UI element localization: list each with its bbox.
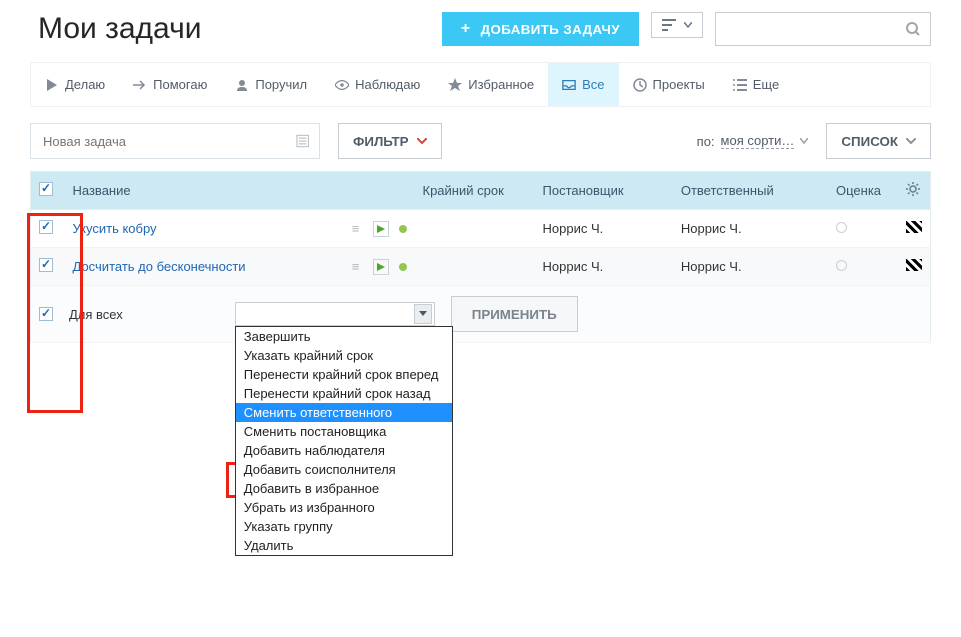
task-grid: Название Крайний срок Постановщик Ответс… xyxy=(30,171,931,343)
start-task-icon[interactable] xyxy=(373,259,389,275)
cell-responsible: Норрис Ч. xyxy=(673,210,828,248)
add-task-label: ДОБАВИТЬ ЗАДАЧУ xyxy=(481,22,620,37)
sort-prefix: по: xyxy=(697,134,715,149)
eye-icon xyxy=(335,78,349,92)
tab-watching[interactable]: Наблюдаю xyxy=(321,63,434,106)
tab-label: Делаю xyxy=(65,77,105,92)
filter-label: ФИЛЬТР xyxy=(353,134,409,149)
cell-deadline xyxy=(415,248,535,286)
batch-option[interactable]: Убрать из избранного xyxy=(236,498,452,517)
drag-handle-icon[interactable]: ≡ xyxy=(349,222,363,236)
expand-task-icon[interactable] xyxy=(296,134,309,148)
search-icon xyxy=(906,22,920,36)
gear-icon[interactable] xyxy=(906,184,920,199)
col-title[interactable]: Название xyxy=(65,172,415,210)
view-label: СПИСОК xyxy=(841,134,898,149)
batch-option[interactable]: Указать группу xyxy=(236,517,452,536)
view-mode-button[interactable]: СПИСОК xyxy=(826,123,931,159)
col-creator[interactable]: Постановщик xyxy=(535,172,673,210)
chevron-down-icon xyxy=(684,22,692,28)
col-deadline[interactable]: Крайний срок xyxy=(415,172,535,210)
batch-option[interactable]: Указать крайний срок xyxy=(236,346,452,365)
batch-action-menu: ЗавершитьУказать крайний срокПеренести к… xyxy=(235,326,453,556)
tab-assigned[interactable]: Поручил xyxy=(221,63,321,106)
filter-button[interactable]: ФИЛЬТР xyxy=(338,123,442,159)
status-dot-active-icon xyxy=(399,263,407,271)
tab-label: Еще xyxy=(753,77,779,92)
batch-option[interactable]: Добавить наблюдателя xyxy=(236,441,452,460)
estimate-none-icon[interactable] xyxy=(836,222,847,233)
cell-creator: Норрис Ч. xyxy=(535,248,673,286)
task-title-link[interactable]: Укусить кобру xyxy=(73,221,157,236)
cell-creator: Норрис Ч. xyxy=(535,210,673,248)
tab-label: Избранное xyxy=(468,77,534,92)
arrow-icon xyxy=(133,78,147,92)
status-dot-active-icon xyxy=(399,225,407,233)
add-task-button[interactable]: + ДОБАВИТЬ ЗАДАЧУ xyxy=(442,12,639,46)
plus-icon: + xyxy=(461,21,471,37)
tab-label: Все xyxy=(582,77,604,92)
list-icon xyxy=(733,78,747,92)
sort-value: моя сорти… xyxy=(721,133,795,149)
play-icon xyxy=(45,78,59,92)
tab-all[interactable]: Все xyxy=(548,63,618,106)
search-input-wrapper[interactable] xyxy=(715,12,931,46)
estimate-none-icon[interactable] xyxy=(836,260,847,271)
sort-lines-icon xyxy=(662,19,676,31)
batch-option[interactable]: Перенести крайний срок вперед xyxy=(236,365,452,384)
for-all-checkbox[interactable] xyxy=(39,307,53,321)
tab-bar: Делаю Помогаю Поручил Наблюдаю Избранное Все П… xyxy=(30,62,931,107)
row-checkbox[interactable] xyxy=(39,220,53,234)
star-icon xyxy=(448,78,462,92)
row-checkbox[interactable] xyxy=(39,258,53,272)
col-estimate[interactable]: Оценка xyxy=(828,172,898,210)
cell-responsible: Норрис Ч. xyxy=(673,248,828,286)
col-responsible[interactable]: Ответственный xyxy=(673,172,828,210)
finish-flag-icon[interactable] xyxy=(906,259,922,271)
batch-option[interactable]: Завершить xyxy=(236,327,452,346)
tab-doing[interactable]: Делаю xyxy=(31,63,119,106)
person-icon xyxy=(235,78,249,92)
tab-label: Наблюдаю xyxy=(355,77,420,92)
table-header-row: Название Крайний срок Постановщик Ответс… xyxy=(31,172,931,210)
tab-label: Поручил xyxy=(255,77,307,92)
sort-by[interactable]: по: моя сорти… xyxy=(697,133,809,149)
batch-option[interactable]: Сменить ответственного xyxy=(236,403,452,422)
cell-deadline xyxy=(415,210,535,248)
batch-option[interactable]: Сменить постановщика xyxy=(236,422,452,441)
apply-button[interactable]: ПРИМЕНИТЬ xyxy=(451,296,578,332)
batch-option[interactable]: Удалить xyxy=(236,536,452,555)
dropdown-caret-icon xyxy=(414,304,432,324)
for-all-label: Для всех xyxy=(69,307,123,322)
start-task-icon[interactable] xyxy=(373,221,389,237)
clock-icon xyxy=(633,78,647,92)
table-row: Укусить кобру ≡ Норрис Ч.Норрис Ч. xyxy=(31,210,931,248)
inbox-icon xyxy=(562,78,576,92)
table-row: Досчитать до бесконечности ≡ Норрис Ч.Норр… xyxy=(31,248,931,286)
tab-projects[interactable]: Проекты xyxy=(619,63,719,106)
chevron-down-icon xyxy=(417,138,427,144)
tab-more[interactable]: Еще xyxy=(719,63,793,106)
tab-helping[interactable]: Помогаю xyxy=(119,63,221,106)
batch-option[interactable]: Добавить соисполнителя xyxy=(236,460,452,479)
toolbar: ФИЛЬТР по: моя сорти… СПИСОК xyxy=(0,123,961,159)
chevron-down-icon xyxy=(906,138,916,144)
drag-handle-icon[interactable]: ≡ xyxy=(349,260,363,274)
batch-option[interactable]: Добавить в избранное xyxy=(236,479,452,498)
select-all-checkbox[interactable] xyxy=(39,182,53,196)
page-title: Мои задачи xyxy=(38,12,201,46)
batch-option[interactable]: Перенести крайний срок назад xyxy=(236,384,452,403)
new-task-inline[interactable] xyxy=(30,123,320,159)
batch-action-dropdown[interactable] xyxy=(235,302,435,326)
tab-label: Помогаю xyxy=(153,77,207,92)
tab-label: Проекты xyxy=(653,77,705,92)
finish-flag-icon[interactable] xyxy=(906,221,922,233)
task-title-link[interactable]: Досчитать до бесконечности xyxy=(73,259,246,274)
new-task-input[interactable] xyxy=(41,133,296,150)
view-sort-toggle[interactable] xyxy=(651,12,703,38)
tab-favorites[interactable]: Избранное xyxy=(434,63,548,106)
chevron-down-icon xyxy=(800,138,808,144)
